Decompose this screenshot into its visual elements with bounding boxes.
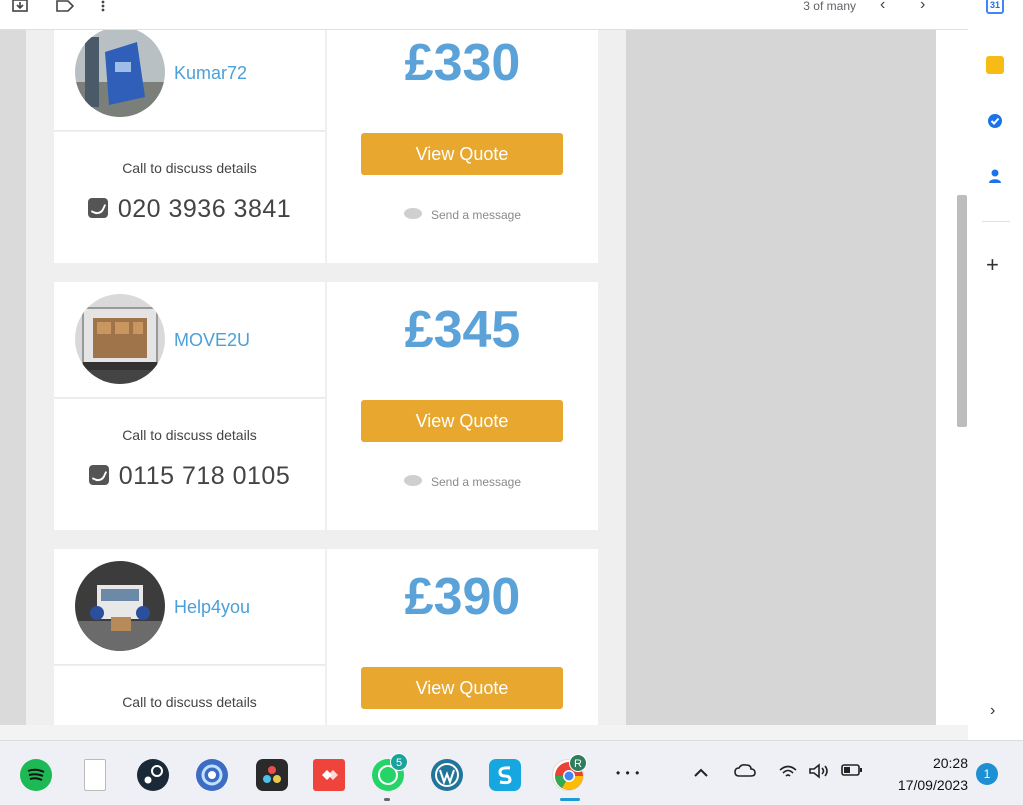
- send-message-link[interactable]: Send a message: [327, 475, 598, 489]
- avatar: [75, 30, 165, 117]
- quote-profile: Kumar72: [54, 30, 325, 131]
- quote-profile: MOVE2U: [54, 282, 325, 398]
- email-margin-left: [0, 30, 26, 725]
- chevron-right-icon[interactable]: ›: [990, 702, 995, 720]
- chrome-icon[interactable]: R: [552, 754, 587, 791]
- company-name-link[interactable]: MOVE2U: [174, 330, 250, 351]
- quotes-container: Kumar72 Call to discuss details 020 3936…: [26, 30, 626, 725]
- chevron-left-icon[interactable]: ‹: [880, 0, 885, 13]
- more-apps-icon[interactable]: • • •: [616, 763, 640, 783]
- view-quote-button[interactable]: View Quote: [361, 667, 563, 709]
- tasks-icon[interactable]: [986, 112, 1004, 130]
- side-panel-divider: [982, 221, 1010, 222]
- notification-badge[interactable]: 1: [976, 763, 998, 785]
- steam-icon[interactable]: [137, 759, 169, 791]
- chevron-right-icon[interactable]: ›: [920, 0, 925, 13]
- plus-icon[interactable]: +: [986, 254, 999, 276]
- send-message-text: Send a message: [430, 208, 522, 222]
- call-label: Call to discuss details: [122, 427, 257, 443]
- battery-icon[interactable]: [841, 763, 863, 783]
- quote-profile: Help4you: [54, 549, 325, 665]
- keep-icon[interactable]: [986, 56, 1004, 74]
- quote-contact: Call to discuss details 020 3936 3841: [54, 132, 325, 263]
- whatsapp-badge: 5: [390, 753, 408, 771]
- call-label: Call to discuss details: [122, 694, 257, 710]
- calendar-icon[interactable]: 31: [986, 0, 1004, 14]
- volume-icon[interactable]: [808, 763, 832, 785]
- send-message-text: Send a message: [430, 475, 522, 489]
- quote-price-panel: £345 View Quote Send a message: [327, 282, 598, 530]
- call-label: Call to discuss details: [122, 160, 257, 176]
- company-name-link[interactable]: Kumar72: [174, 63, 247, 84]
- scrollbar-thumb[interactable]: [957, 195, 967, 427]
- clock-date[interactable]: 17/09/2023: [880, 777, 968, 793]
- quote-card: Help4you Call to discuss details £390 Vi…: [54, 549, 598, 725]
- view-quote-button[interactable]: View Quote: [361, 400, 563, 442]
- download-archive-icon[interactable]: [12, 0, 28, 14]
- calendar-day: 31: [989, 0, 1000, 10]
- phone-number[interactable]: 0115 718 0105: [54, 462, 325, 491]
- quote-card: MOVE2U Call to discuss details 0115 718 …: [54, 282, 598, 530]
- phone-icon: [88, 465, 109, 485]
- file-icon[interactable]: [84, 759, 106, 791]
- chat-bubble-icon: [403, 208, 422, 219]
- chrome-profile-badge: R: [569, 754, 587, 772]
- browser-icon[interactable]: [196, 759, 228, 791]
- chrome-active-indicator: [560, 798, 580, 801]
- pager-text: 3 of many: [803, 0, 856, 13]
- quote-contact: Call to discuss details 0115 718 0105: [54, 399, 325, 530]
- quote-price: £330: [404, 34, 521, 92]
- send-message-link[interactable]: Send a message: [327, 208, 598, 222]
- email-body: Kumar72 Call to discuss details 020 3936…: [0, 30, 968, 725]
- quote-price-panel: £330 View Quote Send a message: [327, 30, 598, 263]
- quote-contact: Call to discuss details: [54, 666, 325, 725]
- contacts-icon[interactable]: [986, 167, 1004, 185]
- phone-text: 0115 718 0105: [118, 462, 291, 490]
- label-icon[interactable]: [56, 0, 75, 14]
- taskbar: 5 R • • • 20:28 17/09/2023 1: [0, 740, 1023, 805]
- cloud-icon[interactable]: [734, 763, 756, 783]
- mail-toolbar: 3 of many ‹ ›: [0, 0, 968, 30]
- whatsapp-running-indicator: [384, 798, 390, 801]
- wordpress-icon[interactable]: [431, 759, 463, 791]
- wifi-icon[interactable]: [778, 763, 798, 785]
- whatsapp-icon[interactable]: 5: [372, 753, 408, 791]
- avatar: [75, 294, 165, 384]
- phone-icon: [87, 198, 108, 218]
- app-s-icon[interactable]: [489, 759, 521, 791]
- side-panel: 31 + ›: [968, 0, 1023, 740]
- clock-time[interactable]: 20:28: [900, 755, 968, 771]
- chat-bubble-icon: [403, 475, 422, 486]
- anydesk-icon[interactable]: [313, 759, 345, 791]
- quote-price: £345: [404, 301, 521, 359]
- quote-price: £390: [404, 568, 521, 626]
- phone-number[interactable]: 020 3936 3841: [54, 195, 325, 224]
- chevron-up-icon[interactable]: [694, 763, 708, 783]
- quote-card: Kumar72 Call to discuss details 020 3936…: [54, 30, 598, 263]
- view-quote-button[interactable]: View Quote: [361, 133, 563, 175]
- quote-price-panel: £390 View Quote: [327, 549, 598, 725]
- more-vert-icon[interactable]: [100, 0, 106, 14]
- company-name-link[interactable]: Help4you: [174, 597, 250, 618]
- avatar: [75, 561, 165, 651]
- spotify-icon[interactable]: [20, 759, 52, 791]
- davinci-icon[interactable]: [256, 759, 288, 791]
- phone-text: 020 3936 3841: [117, 195, 292, 223]
- email-margin-right: [626, 30, 936, 725]
